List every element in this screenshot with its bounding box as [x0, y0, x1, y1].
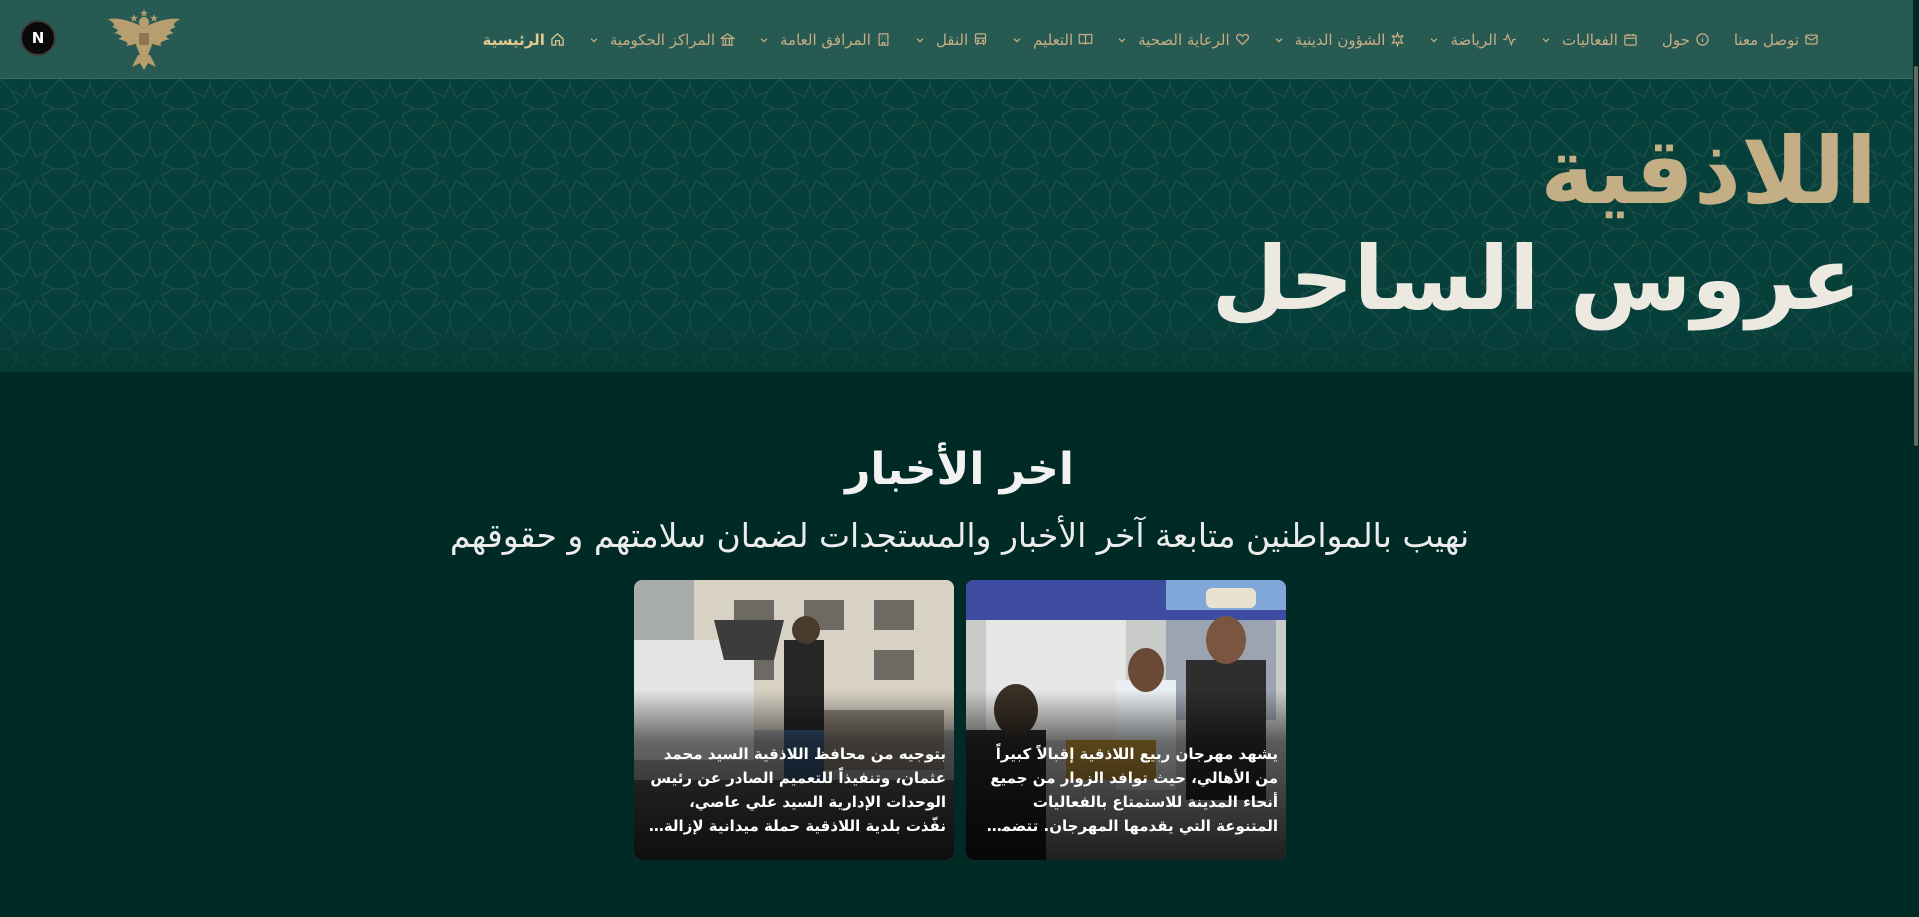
- nav-religious-affairs-label: الشؤون الدينية: [1294, 30, 1386, 49]
- nav-religious-affairs[interactable]: الشؤون الدينية: [1274, 31, 1406, 49]
- nav-contact[interactable]: توصل معنا: [1734, 31, 1819, 49]
- mail-icon: [1804, 32, 1819, 47]
- star-icon: [1390, 32, 1405, 47]
- nav-transport-label: النقل: [935, 30, 969, 49]
- nav-public-facilities-label: المرافق العامة: [780, 30, 871, 49]
- nav-public-facilities[interactable]: المرافق العامة: [759, 31, 891, 49]
- scrollbar-thumb[interactable]: [1914, 66, 1918, 446]
- nav-events-label: الفعاليات: [1562, 30, 1618, 49]
- next-dev-badge[interactable]: N: [20, 20, 56, 56]
- book-icon: [1078, 32, 1093, 47]
- heart-icon: [1235, 32, 1250, 47]
- hero-title: اللاذقية: [1540, 118, 1877, 225]
- news-card-campaign[interactable]: بتوجيه من محافظ اللاذقية السيد محمد عثما…: [634, 580, 954, 860]
- nav-events[interactable]: الفعاليات: [1541, 31, 1638, 49]
- chevron-down-icon: [915, 35, 925, 45]
- info-icon: [1695, 32, 1710, 47]
- chevron-down-icon: [1429, 35, 1439, 45]
- bus-icon: [973, 32, 988, 47]
- top-navbar: N الرئيسية المراكز الحكومية المرافق العا…: [0, 0, 1919, 79]
- nav-sports-label: الرياضة: [1450, 30, 1497, 49]
- news-card-text: بتوجيه من محافظ اللاذقية السيد محمد عثما…: [650, 745, 946, 835]
- chevron-down-icon: [1541, 35, 1551, 45]
- nav-home-label: الرئيسية: [482, 30, 545, 49]
- nav-transport[interactable]: النقل: [915, 31, 988, 49]
- chevron-down-icon: [1117, 35, 1127, 45]
- nav-government-centers[interactable]: المراكز الحكومية: [589, 31, 735, 49]
- nav-about-label: حول: [1661, 30, 1690, 49]
- news-card-text: يشهد مهرجان ربيع اللاذقية إقبالاً كبيراً…: [988, 745, 1278, 835]
- nav-sports[interactable]: الرياضة: [1429, 31, 1517, 49]
- nav-contact-label: توصل معنا: [1733, 30, 1799, 49]
- nav-healthcare[interactable]: الرعاية الصحية: [1117, 31, 1250, 49]
- activity-icon: [1502, 32, 1517, 47]
- chevron-down-icon: [589, 35, 599, 45]
- nav-home[interactable]: الرئيسية: [483, 31, 565, 49]
- news-section-subtitle: نهيب بالمواطنين متابعة آخر الأخبار والمس…: [449, 516, 1470, 555]
- main-menu: الرئيسية المراكز الحكومية المرافق العامة: [483, 0, 1819, 79]
- chevron-down-icon: [1012, 35, 1022, 45]
- nav-about[interactable]: حول: [1662, 31, 1710, 49]
- hero-banner: اللاذقية عروس الساحل: [0, 79, 1919, 372]
- nav-healthcare-label: الرعاية الصحية: [1138, 30, 1230, 49]
- hero-subtitle: عروس الساحل: [1211, 227, 1861, 330]
- calendar-icon: [1623, 32, 1638, 47]
- chevron-down-icon: [759, 35, 769, 45]
- building-icon: [876, 32, 891, 47]
- page-scrollbar[interactable]: [1913, 0, 1919, 917]
- eagle-logo-icon[interactable]: [104, 9, 184, 71]
- news-section-title: اخر الأخبار: [845, 444, 1074, 495]
- landmark-icon: [720, 32, 735, 47]
- nav-education-label: التعليم: [1033, 30, 1074, 49]
- nav-education[interactable]: التعليم: [1012, 31, 1093, 49]
- news-card-festival[interactable]: يشهد مهرجان ربيع اللاذقية إقبالاً كبيراً…: [966, 580, 1286, 860]
- home-icon: [550, 32, 565, 47]
- nav-government-centers-label: المراكز الحكومية: [609, 30, 715, 49]
- chevron-down-icon: [1274, 35, 1284, 45]
